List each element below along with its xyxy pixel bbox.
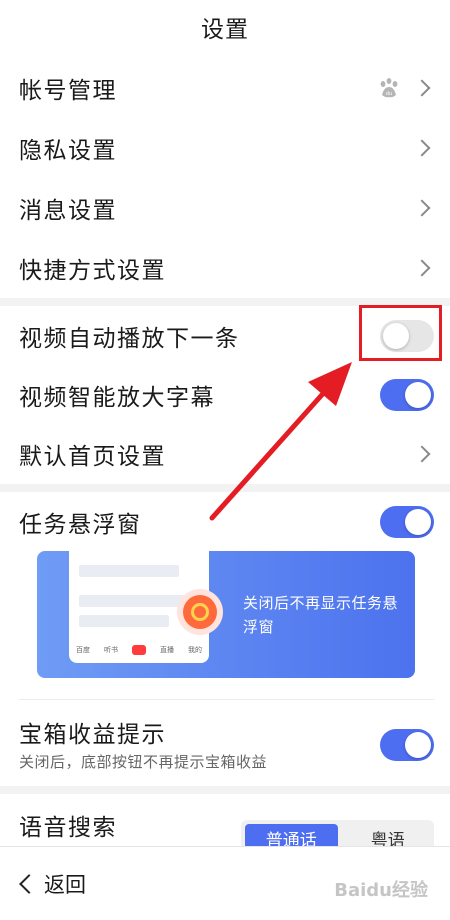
chevron-right-icon — [413, 79, 431, 97]
chevron-right-icon — [413, 139, 431, 157]
shortcut-settings-label: 快捷方式设置 — [19, 258, 166, 284]
floating-window-label: 任务悬浮窗 — [19, 512, 142, 538]
back-chevron-icon — [19, 873, 39, 894]
account-management-label: 帐号管理 — [19, 78, 117, 104]
placeholder-bar — [79, 565, 179, 577]
default-homepage-row[interactable]: 默认首页设置 — [0, 424, 450, 484]
video-subtitle-toggle[interactable] — [380, 379, 434, 411]
floating-window-toggle[interactable] — [380, 506, 434, 538]
treasure-badge-icon — [177, 589, 223, 635]
baidu-paw-icon: du — [380, 78, 398, 98]
privacy-settings-label: 隐私设置 — [19, 138, 117, 164]
badge-inner — [183, 595, 217, 629]
banner-text: 关闭后不再显示任务悬浮窗 — [243, 594, 399, 636]
coin-icon — [191, 603, 209, 621]
chevron-right-icon — [413, 259, 431, 277]
message-settings-label: 消息设置 — [19, 198, 117, 224]
video-subtitle-row: 视频智能放大字幕 — [0, 365, 450, 425]
video-subtitle-label: 视频智能放大字幕 — [19, 385, 215, 411]
phone-tabbar: 百度 听书 直播 我的 — [69, 645, 209, 655]
toggle-knob — [405, 509, 431, 535]
treasure-tip-toggle[interactable] — [380, 729, 434, 761]
page-header: 设置 — [0, 0, 450, 54]
mic-icon — [132, 645, 146, 655]
toggle-knob — [405, 732, 431, 758]
toggle-knob — [405, 382, 431, 408]
message-settings-row[interactable]: 消息设置 — [0, 178, 450, 238]
floating-window-row: 任务悬浮窗 — [0, 492, 450, 552]
highlight-box — [359, 305, 442, 361]
default-homepage-label: 默认首页设置 — [19, 444, 166, 470]
back-button[interactable]: 返回 — [44, 869, 86, 899]
svg-text:du: du — [386, 91, 392, 97]
phone-tab: 听书 — [104, 646, 118, 654]
chevron-right-icon — [413, 199, 431, 217]
page-title: 设置 — [201, 17, 249, 43]
chevron-right-icon — [413, 445, 431, 463]
shortcut-settings-row[interactable]: 快捷方式设置 — [0, 238, 450, 298]
privacy-settings-row[interactable]: 隐私设置 — [0, 118, 450, 178]
divider — [19, 699, 434, 700]
floating-window-banner: 百度 听书 直播 我的 关闭后不再显示任务悬浮窗 — [37, 551, 415, 678]
treasure-tip-description: 关闭后，底部按钮不再提示宝箱收益 — [19, 753, 268, 771]
phone-tab: 直播 — [160, 646, 174, 654]
section-gap — [0, 786, 450, 794]
section-gap — [0, 484, 450, 492]
phone-tab: 我的 — [188, 646, 202, 654]
phone-tab: 百度 — [76, 646, 90, 654]
watermark: Baidu经验 — [334, 880, 428, 901]
video-autoplay-label: 视频自动播放下一条 — [19, 326, 240, 352]
placeholder-bar — [79, 615, 169, 627]
account-management-row[interactable]: 帐号管理 du — [0, 58, 450, 118]
treasure-tip-label: 宝箱收益提示 — [19, 722, 166, 748]
